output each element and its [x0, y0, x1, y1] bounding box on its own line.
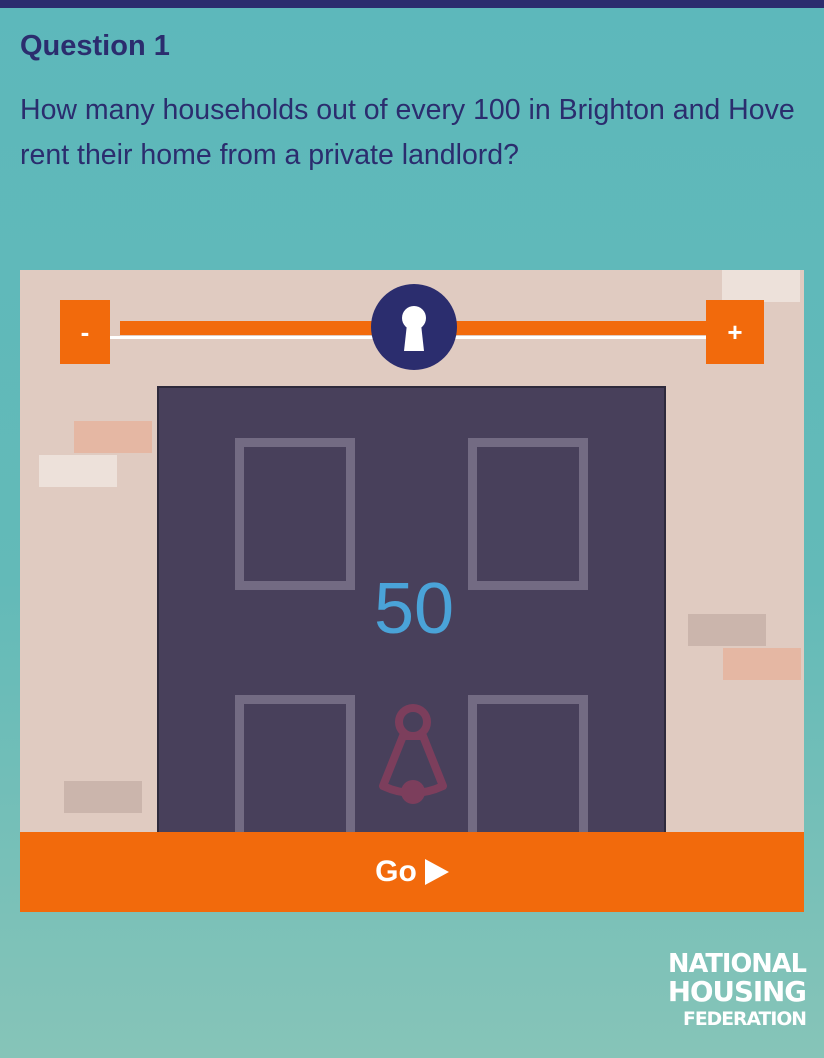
logo-line-2: HOUSING	[667, 975, 807, 1008]
play-icon	[424, 859, 449, 885]
go-button-label: Go	[375, 855, 417, 888]
door-panel	[235, 438, 355, 590]
slider-value-display: 50	[373, 569, 455, 649]
national-housing-federation-logo: NATIONAL HOUSING FEDERATION	[658, 949, 807, 1032]
slider-handle[interactable]	[371, 284, 457, 370]
wall-brick	[723, 648, 801, 680]
decrease-button[interactable]: -	[60, 300, 110, 364]
go-button[interactable]: Go	[20, 832, 804, 912]
wall-brick	[688, 614, 766, 646]
question-title: Question 1	[20, 30, 170, 62]
question-text: How many households out of every 100 in …	[20, 94, 795, 171]
keyhole-icon	[402, 306, 426, 351]
wall-brick	[722, 270, 800, 302]
logo-line-1: NATIONAL	[668, 949, 807, 979]
top-bar	[0, 0, 824, 8]
wall-brick	[74, 421, 152, 453]
door-panel	[235, 695, 355, 832]
logo-line-3: FEDERATION	[683, 1008, 807, 1030]
wall-brick	[64, 781, 142, 813]
door-scene: 50 - +	[20, 270, 804, 832]
wall-brick	[39, 455, 117, 487]
door-panel	[468, 438, 588, 590]
door-knocker-icon	[379, 704, 447, 804]
door-panel	[468, 695, 588, 832]
front-door: 50	[157, 386, 666, 832]
increase-button[interactable]: +	[706, 300, 764, 364]
